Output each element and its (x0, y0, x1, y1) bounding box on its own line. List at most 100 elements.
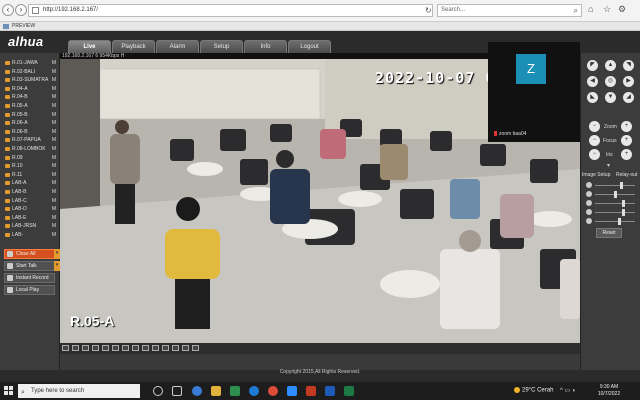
channel-item[interactable]: LAB-E M (4, 214, 56, 223)
channel-stream-flag[interactable]: M (52, 128, 56, 137)
channel-stream-flag[interactable]: M (52, 136, 56, 145)
brightness-slider[interactable] (586, 182, 636, 189)
channel-stream-flag[interactable]: M (52, 205, 56, 214)
channel-stream-flag[interactable]: M (52, 85, 56, 94)
channel-item[interactable]: R.05-A M (4, 102, 56, 111)
layout-16-icon[interactable] (92, 345, 99, 351)
channel-stream-flag[interactable]: M (52, 231, 56, 240)
channel-stream-flag[interactable]: M (52, 171, 56, 180)
layout-9-icon[interactable] (82, 345, 89, 351)
ptz-down-icon[interactable]: ▼ (605, 92, 616, 103)
channel-stream-flag[interactable]: M (52, 102, 56, 111)
channel-stream-flag[interactable]: M (52, 93, 56, 102)
reset-button[interactable]: Reset (596, 228, 622, 238)
ptz-up-icon[interactable]: ▲ (605, 60, 616, 71)
layout-1-icon[interactable] (62, 345, 69, 351)
edge-icon[interactable] (249, 386, 259, 396)
cortana-icon[interactable] (153, 386, 163, 396)
channel-stream-flag[interactable]: M (52, 188, 56, 197)
slider-thumb[interactable] (621, 200, 625, 207)
ptz-right-icon[interactable]: ▶ (623, 76, 634, 87)
layout-25-icon[interactable] (102, 345, 109, 351)
channel-stream-flag[interactable]: M (52, 222, 56, 231)
store-icon[interactable] (230, 386, 240, 396)
zoom-app-icon[interactable] (287, 386, 297, 396)
ie-browser-icon[interactable] (192, 386, 202, 396)
close-all-button[interactable]: Close All ▾ (4, 249, 60, 259)
relay-out-tab[interactable]: Relay-out (616, 172, 637, 178)
channel-stream-flag[interactable]: M (52, 154, 56, 163)
slider-thumb[interactable] (617, 218, 621, 225)
zoom-out-icon[interactable]: − (589, 121, 600, 132)
layout-custom-5-icon[interactable] (162, 345, 169, 351)
forward-button[interactable]: › (15, 4, 27, 16)
address-bar[interactable]: http://192.168.2.167/ ↻ (28, 4, 433, 17)
search-icon[interactable]: ⌕ (574, 5, 578, 16)
focus-in-icon[interactable]: + (621, 135, 632, 146)
channel-stream-flag[interactable]: M (52, 59, 56, 68)
channel-stream-flag[interactable]: M (52, 119, 56, 128)
layout-custom-2-icon[interactable] (132, 345, 139, 351)
channel-item[interactable]: R.07-PAPUA M (4, 136, 56, 145)
channel-item[interactable]: R.10 M (4, 162, 56, 171)
layout-custom-3-icon[interactable] (142, 345, 149, 351)
channel-stream-flag[interactable]: M (52, 76, 56, 85)
slider-thumb[interactable] (621, 209, 625, 216)
tab-setup[interactable]: Setup (200, 40, 243, 53)
ptz-center-icon[interactable]: ◎ (605, 76, 616, 87)
channel-item[interactable]: R.04-A M (4, 85, 56, 94)
refresh-icon[interactable]: ↻ (425, 5, 432, 16)
channel-item[interactable]: LAB-B M (4, 188, 56, 197)
layout-4-icon[interactable] (72, 345, 79, 351)
layout-custom-4-icon[interactable] (152, 345, 159, 351)
slider-thumb[interactable] (614, 191, 617, 198)
channel-stream-flag[interactable]: M (52, 145, 56, 154)
saturation-slider[interactable] (586, 200, 636, 207)
star-icon[interactable]: ☆ (603, 4, 611, 15)
tab-info[interactable]: Info (244, 40, 287, 53)
task-view-icon[interactable] (172, 386, 182, 396)
browser-search-input[interactable]: Search... ⌕ (437, 4, 582, 17)
ptz-down-left-icon[interactable]: ◣ (587, 92, 598, 103)
chevron-down-icon[interactable]: ▾ (607, 162, 610, 169)
channel-item[interactable]: R.01-JAWA M (4, 59, 56, 68)
zoom-participant-tile[interactable]: Z zoom baa04 (488, 42, 580, 142)
channel-item[interactable]: R.06-A M (4, 119, 56, 128)
ptz-left-icon[interactable]: ◀ (587, 76, 598, 87)
focus-out-icon[interactable]: − (589, 135, 600, 146)
channel-item[interactable]: LAB-C M (4, 197, 56, 206)
home-icon[interactable]: ⌂ (588, 4, 593, 14)
browser-tab[interactable]: PREVIEW (2, 22, 35, 31)
ptz-up-left-icon[interactable]: ◤ (587, 60, 598, 71)
channel-item[interactable]: R.02-BALI M (4, 68, 56, 77)
channel-stream-flag[interactable]: M (52, 197, 56, 206)
channel-item[interactable]: R.11 M (4, 171, 56, 180)
word-icon[interactable] (325, 386, 335, 396)
taskbar-search-input[interactable]: ⌕ Type here to search (18, 384, 140, 398)
image-setup-tab[interactable]: Image Setup (582, 172, 610, 178)
tab-alarm[interactable]: Alarm (156, 40, 199, 53)
weather-widget[interactable]: 29°C Cerah (514, 387, 553, 394)
channel-item[interactable]: R.09 M (4, 154, 56, 163)
channel-item[interactable]: LAB-JRSN M (4, 222, 56, 231)
local-play-button[interactable]: Local Play (4, 285, 55, 295)
tab-logout[interactable]: Logout (288, 40, 331, 53)
chrome-icon[interactable] (268, 386, 278, 396)
iris-in-icon[interactable]: + (621, 149, 632, 160)
ptz-up-right-icon[interactable]: ◥ (623, 60, 634, 71)
channel-stream-flag[interactable]: M (52, 179, 56, 188)
layout-custom-icon[interactable] (122, 345, 129, 351)
channel-item[interactable]: LAB- M (4, 231, 56, 240)
windows-start-icon[interactable] (4, 386, 14, 396)
gear-icon[interactable]: ⚙ (618, 4, 626, 15)
file-explorer-icon[interactable] (211, 386, 221, 396)
start-talk-button[interactable]: Start Talk ▾ (4, 261, 60, 271)
channel-item[interactable]: R.08-LOMBOK M (4, 145, 56, 154)
ptz-down-right-icon[interactable]: ◢ (623, 92, 634, 103)
channel-stream-flag[interactable]: M (52, 111, 56, 120)
taskbar-clock[interactable]: 9:30 AM 10/7/2022 (592, 384, 626, 398)
snapshot-icon[interactable] (172, 345, 179, 351)
hue-slider[interactable] (586, 209, 636, 216)
excel-icon[interactable] (344, 386, 354, 396)
layout-36-icon[interactable] (112, 345, 119, 351)
